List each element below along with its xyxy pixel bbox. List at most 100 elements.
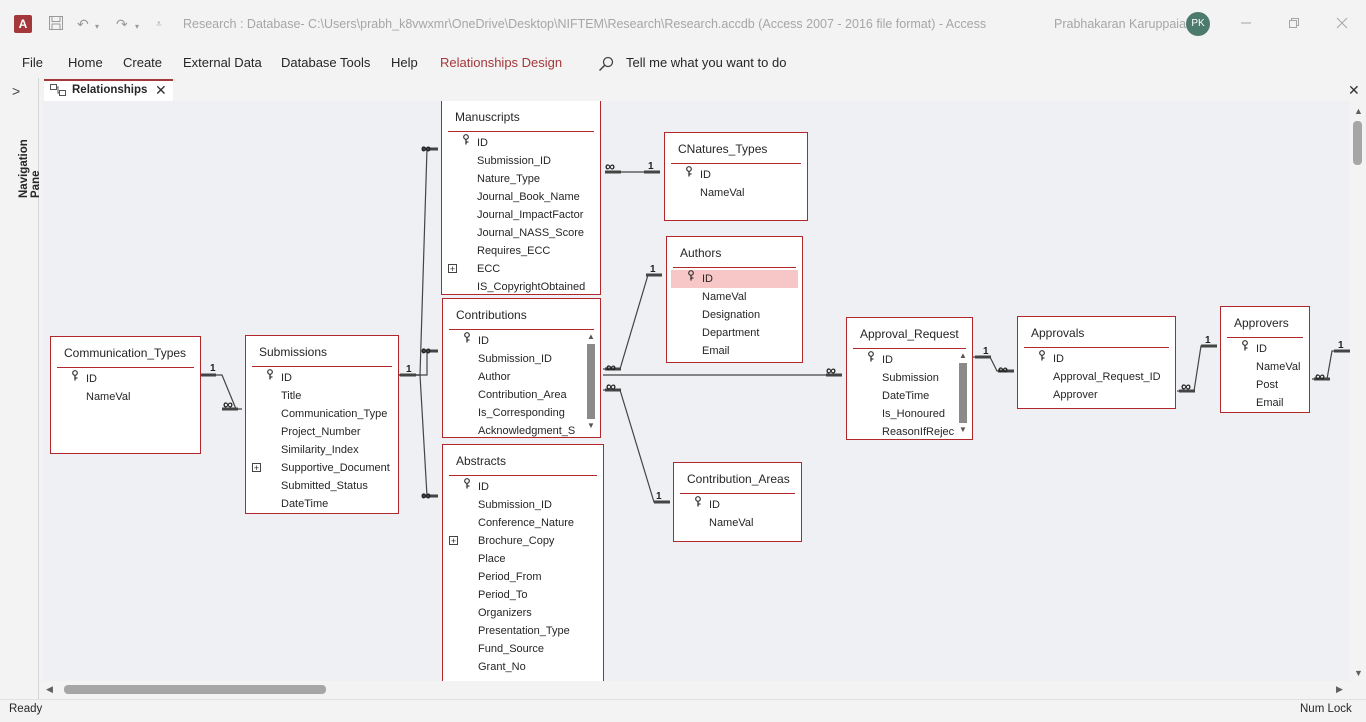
menu-create[interactable]: Create — [123, 55, 162, 70]
table-field[interactable]: DateTime — [847, 387, 972, 405]
table-field[interactable]: NameVal — [667, 288, 802, 306]
table-title[interactable]: Contributions — [456, 308, 527, 322]
table-field[interactable]: IS_CopyrightObtained — [442, 278, 600, 294]
table-title[interactable]: Manuscripts — [455, 110, 520, 124]
relationships-canvas[interactable]: 1 ∞ 1 ∞ ∞ ∞ ∞ 1 ∞ 1 ∞ 1 ∞ 1 ∞ ∞ 1 ∞ 1 Co… — [42, 101, 1350, 681]
field-list-scrollbar[interactable]: ▲ ▼ — [958, 351, 968, 439]
table-field[interactable]: Email — [1221, 394, 1309, 412]
table-field[interactable]: Title — [246, 387, 398, 405]
menu-help[interactable]: Help — [391, 55, 418, 70]
table-field[interactable]: Nature_Type — [442, 170, 600, 188]
customize-quick-access-icon[interactable]: ⩡ — [156, 16, 162, 34]
table-title[interactable]: Communication_Types — [64, 346, 186, 360]
table-field[interactable]: NameVal — [665, 184, 807, 202]
scroll-down-icon[interactable]: ▼ — [586, 421, 596, 431]
close-document-icon[interactable]: ✕ — [1348, 82, 1360, 99]
table-field[interactable]: ID — [443, 478, 603, 496]
table-field[interactable]: Journal_NASS_Score — [442, 224, 600, 242]
table-field[interactable]: ID — [51, 370, 200, 388]
navigation-pane-label[interactable]: Navigation Pane — [18, 110, 42, 198]
scroll-up-icon[interactable]: ▲ — [1354, 106, 1363, 116]
close-tab-icon[interactable]: ✕ — [155, 82, 167, 99]
table-field[interactable]: ID — [665, 166, 807, 184]
table-manuscripts[interactable]: Manuscripts ID Submission_ID Nature_Type Jou… — [441, 101, 601, 295]
table-field[interactable]: Period_From — [443, 568, 603, 586]
table-field[interactable]: Submission — [847, 369, 972, 387]
table-field[interactable]: NameVal — [674, 514, 801, 532]
table-title[interactable]: Abstracts — [456, 454, 506, 468]
scroll-right-icon[interactable]: ▶ — [1336, 684, 1343, 695]
vertical-scroll-thumb[interactable] — [1353, 121, 1362, 165]
table-field[interactable]: Organizers — [443, 604, 603, 622]
table-field[interactable]: Email — [667, 342, 802, 360]
tell-me-search[interactable]: Tell me what you want to do — [626, 55, 786, 70]
table-field[interactable]: Approver — [1018, 386, 1175, 404]
scroll-down-icon[interactable]: ▼ — [958, 425, 968, 435]
menu-file[interactable]: File — [22, 55, 43, 70]
table-field[interactable]: Contribution_Area — [443, 386, 600, 404]
table-field[interactable]: Acknowledgment_S — [443, 422, 600, 437]
scroll-left-icon[interactable]: ◀ — [46, 684, 53, 695]
expand-field-icon[interactable]: + — [252, 463, 261, 473]
menu-home[interactable]: Home — [68, 55, 103, 70]
table-field[interactable]: ID — [246, 369, 398, 387]
table-title[interactable]: Approvers — [1234, 316, 1289, 330]
scroll-up-icon[interactable]: ▲ — [586, 332, 596, 342]
table-field[interactable]: ReasonIfRejec — [847, 423, 972, 439]
field-list-scroll-thumb[interactable] — [587, 344, 595, 419]
table-field[interactable]: + Supportive_Document — [246, 459, 398, 477]
table-field[interactable]: Presentation_Type — [443, 622, 603, 640]
table-field[interactable]: DateTime — [246, 495, 398, 513]
table-field[interactable]: Submitted_Status — [246, 477, 398, 495]
table-field[interactable]: Designation — [667, 306, 802, 324]
scroll-up-icon[interactable]: ▲ — [958, 351, 968, 361]
menu-database-tools[interactable]: Database Tools — [281, 55, 370, 70]
expand-nav-icon[interactable]: > — [12, 83, 20, 99]
table-field[interactable]: NameVal — [51, 388, 200, 406]
expand-field-icon[interactable]: + — [449, 536, 458, 546]
restore-button[interactable] — [1284, 12, 1304, 36]
table-field[interactable]: Approval_Request_ID — [1018, 368, 1175, 386]
table-field[interactable]: Place — [443, 550, 603, 568]
save-icon[interactable] — [48, 15, 64, 35]
menu-relationships-design[interactable]: Relationships Design — [440, 55, 562, 70]
table-field[interactable]: Fund_Source — [443, 640, 603, 658]
table-approvals[interactable]: Approvals ID Approval_Request_ID Approver — [1017, 316, 1176, 409]
expand-field-icon[interactable]: + — [448, 264, 457, 274]
table-field[interactable]: Submission_ID — [442, 152, 600, 170]
minimize-button[interactable] — [1236, 12, 1256, 36]
table-approvers[interactable]: Approvers ID NameVal Post Email — [1220, 306, 1310, 413]
table-field[interactable]: Submission_ID — [443, 496, 603, 514]
table-title[interactable]: Approval_Request — [860, 327, 959, 341]
table-field[interactable]: + Brochure_Copy — [443, 532, 603, 550]
table-field[interactable]: Journal_Book_Name — [442, 188, 600, 206]
table-abstracts[interactable]: Abstracts ID Submission_ID Conference_Natur… — [442, 444, 604, 681]
table-contribution-areas[interactable]: Contribution_Areas ID NameVal — [673, 462, 802, 542]
vertical-scrollbar[interactable] — [1350, 101, 1366, 681]
menu-external-data[interactable]: External Data — [183, 55, 262, 70]
table-title[interactable]: CNatures_Types — [678, 142, 767, 156]
table-title[interactable]: Contribution_Areas — [687, 472, 790, 486]
table-field[interactable]: NameVal — [1221, 358, 1309, 376]
redo-dropdown-icon[interactable]: ▾ — [135, 18, 139, 36]
redo-icon[interactable]: ↷ — [116, 15, 128, 33]
table-field[interactable]: Author — [443, 368, 600, 386]
table-field[interactable]: Post — [1221, 376, 1309, 394]
table-field[interactable]: Project_Number — [246, 423, 398, 441]
table-field[interactable]: Communication_Type — [246, 405, 398, 423]
table-authors[interactable]: Authors ID NameVal Designation Department Ema… — [666, 236, 803, 363]
table-communication-types[interactable]: Communication_Types ID NameVal — [50, 336, 201, 454]
user-name[interactable]: Prabhakaran Karuppaiah — [1054, 17, 1193, 31]
table-field[interactable]: ID — [1018, 350, 1175, 368]
table-approval-request[interactable]: Approval_Request ID Submission DateTime Is_H… — [846, 317, 973, 440]
table-field[interactable]: Similarity_Index — [246, 441, 398, 459]
table-field[interactable]: Grant_No — [443, 658, 603, 676]
table-title[interactable]: Authors — [680, 246, 721, 260]
table-title[interactable]: Submissions — [259, 345, 327, 359]
undo-dropdown-icon[interactable]: ▾ — [95, 18, 99, 36]
table-field[interactable]: ID — [847, 351, 972, 369]
table-field[interactable]: Is_Corresponding — [443, 404, 600, 422]
table-field[interactable]: Journal_ImpactFactor — [442, 206, 600, 224]
table-cnatures-types[interactable]: CNatures_Types ID NameVal — [664, 132, 808, 221]
avatar[interactable]: PK — [1186, 12, 1210, 36]
